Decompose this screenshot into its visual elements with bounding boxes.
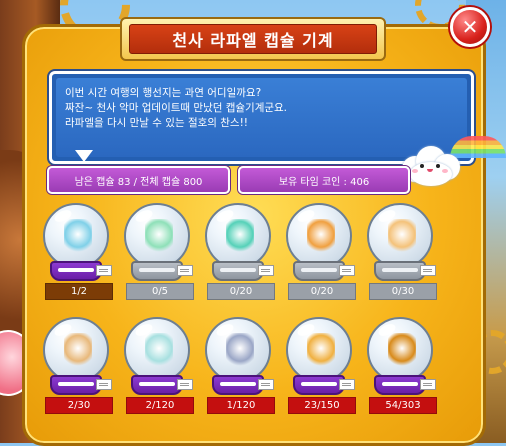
capsule-count: 0/5	[126, 283, 194, 300]
capsule-globe	[205, 317, 271, 383]
capsule-item[interactable]: 0/30	[364, 203, 437, 313]
capsule-base	[50, 261, 102, 281]
ticket-icon	[339, 379, 355, 390]
capsule-base	[374, 375, 426, 395]
capsule-count: 0/20	[288, 283, 356, 300]
ticket-icon	[258, 265, 274, 276]
time-coin-icon	[388, 333, 416, 367]
ticket-icon	[420, 265, 436, 276]
capsule-base	[293, 375, 345, 395]
capsule-count: 1/120	[207, 397, 275, 414]
angel-wings-icon	[64, 219, 92, 253]
speech-tail	[75, 150, 93, 162]
coin-status-badge: 보유 타임 코인 : 406	[238, 166, 410, 194]
title-frame: 천사 라파엘 캡슐 기계	[120, 17, 386, 61]
capsule-base	[293, 261, 345, 281]
capsule-base	[212, 375, 264, 395]
description-line: 짜잔~ 천사 악마 업데이트때 만났던 캡슐기계군요.	[65, 102, 288, 114]
capsule-count: 23/150	[288, 397, 356, 414]
capsule-globe	[367, 203, 433, 269]
orange-wings-icon	[307, 219, 335, 253]
robe-outfit-icon	[145, 333, 173, 367]
capsule-globe	[43, 317, 109, 383]
capsule-item[interactable]: 0/20	[202, 203, 275, 313]
ticket-icon	[96, 379, 112, 390]
capsule-item[interactable]: 54/303	[364, 317, 437, 427]
green-hair-icon	[226, 219, 254, 253]
capsule-count: 2/30	[45, 397, 113, 414]
ticket-icon	[420, 379, 436, 390]
capsule-globe	[124, 317, 190, 383]
capsule-base	[374, 261, 426, 281]
close-icon: ✕	[461, 15, 479, 39]
capsule-globe	[124, 203, 190, 269]
capsule-status-badge: 남은 캡슐 83 / 전체 캡슐 800	[47, 166, 230, 194]
ticket-icon	[177, 379, 193, 390]
description-line: 이번 시간 여행의 행선지는 과연 어디일까요?	[65, 87, 262, 99]
ticket-icon	[177, 265, 193, 276]
capsule-item[interactable]: 2/120	[121, 317, 194, 427]
capsule-count: 0/30	[369, 283, 437, 300]
capsule-base	[50, 375, 102, 395]
staff-weapon-icon	[226, 333, 254, 367]
capsule-count: 0/20	[207, 283, 275, 300]
capsule-base	[131, 375, 183, 395]
window-title: 천사 라파엘 캡슐 기계	[129, 24, 377, 54]
capsule-item[interactable]: 0/5	[121, 203, 194, 313]
close-button[interactable]: ✕	[450, 7, 490, 47]
angel-gloves-icon	[388, 219, 416, 253]
capsule-item[interactable]: 1/120	[202, 317, 275, 427]
capsule-base	[131, 261, 183, 281]
winged-pet-icon	[145, 219, 173, 253]
capsule-item[interactable]: 0/20	[283, 203, 356, 313]
ticket-icon	[258, 379, 274, 390]
capsule-globe	[205, 203, 271, 269]
capsule-count: 1/2	[45, 283, 113, 300]
capsule-count: 54/303	[369, 397, 437, 414]
capsule-globe	[367, 317, 433, 383]
capsule-globe	[286, 317, 352, 383]
ticket-icon	[96, 265, 112, 276]
capsule-base	[212, 261, 264, 281]
golden-figure-icon	[307, 333, 335, 367]
capsule-globe	[43, 203, 109, 269]
armor-boots-icon	[64, 333, 92, 367]
capsule-item[interactable]: 23/150	[283, 317, 356, 427]
capsule-count: 2/120	[126, 397, 194, 414]
capsule-globe	[286, 203, 352, 269]
description-line: 라파엘을 다시 만날 수 있는 절호의 찬스!!	[65, 117, 249, 129]
description-text: 이번 시간 여행의 행선지는 과연 어디일까요? 짜잔~ 천사 악마 업데이트때…	[65, 86, 287, 131]
ticket-icon	[339, 265, 355, 276]
capsule-item[interactable]: 2/30	[40, 317, 113, 427]
capsule-item[interactable]: 1/2	[40, 203, 113, 313]
